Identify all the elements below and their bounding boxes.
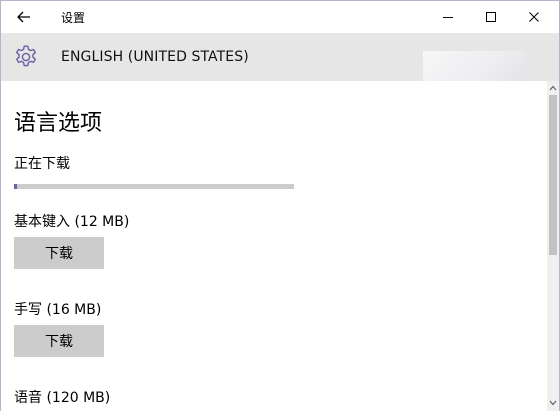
window-title: 设置 (61, 11, 86, 25)
arrow-left-icon (17, 11, 30, 23)
download-progress-fill (14, 184, 17, 189)
close-icon (529, 12, 539, 22)
scroll-up-icon[interactable] (549, 84, 557, 92)
maximize-button[interactable] (472, 1, 510, 33)
minimize-icon (443, 17, 453, 18)
settings-window: 设置 ENGLISH (UNITED STATES) 语言选项 正在下载 基本键… (0, 0, 560, 411)
basic-typing-download-button[interactable]: 下载 (14, 237, 104, 269)
handwriting-label: 手写 (16 MB) (14, 302, 102, 318)
close-button[interactable] (515, 1, 553, 33)
vertical-scrollbar[interactable] (547, 81, 559, 411)
downloading-label: 正在下载 (14, 156, 70, 172)
header-title: ENGLISH (UNITED STATES) (61, 49, 249, 65)
download-progress-bar (14, 184, 294, 189)
title-bar: 设置 (1, 1, 559, 33)
speech-label: 语音 (120 MB) (14, 390, 111, 406)
page-header: ENGLISH (UNITED STATES) (1, 33, 559, 105)
gear-icon (16, 45, 36, 67)
back-button[interactable] (9, 3, 39, 31)
scroll-down-icon[interactable] (549, 399, 557, 407)
scrollbar-thumb[interactable] (549, 95, 557, 255)
maximize-icon (486, 12, 496, 22)
handwriting-download-button[interactable]: 下载 (14, 325, 104, 357)
basic-typing-label: 基本键入 (12 MB) (14, 214, 130, 230)
minimize-button[interactable] (429, 1, 467, 33)
page-title: 语言选项 (14, 111, 103, 136)
content-area: 语言选项 正在下载 基本键入 (12 MB) 下载 手写 (16 MB) 下载 … (1, 81, 547, 411)
